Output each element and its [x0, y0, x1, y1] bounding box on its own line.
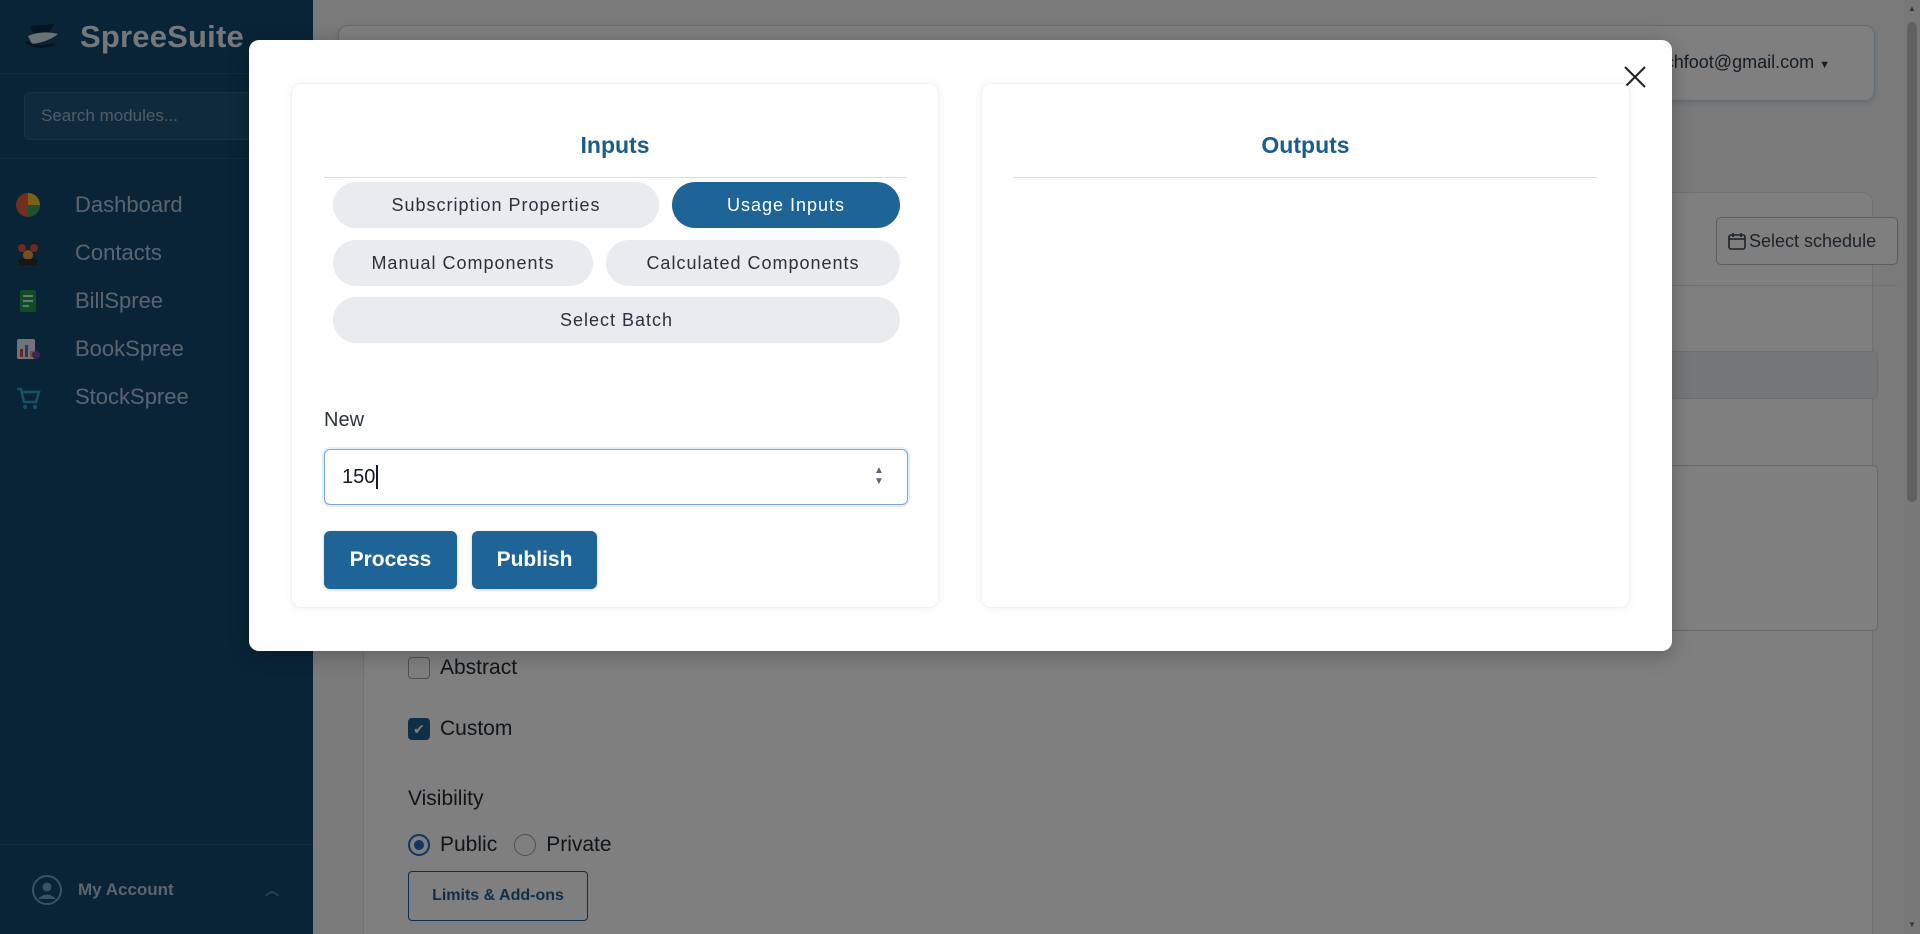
inputs-title: Inputs: [324, 132, 906, 178]
process-button[interactable]: Process: [324, 531, 457, 589]
inputs-panel: Inputs Subscription Properties Usage Inp…: [291, 83, 939, 608]
tab-subscription-properties[interactable]: Subscription Properties: [333, 182, 659, 228]
process-modal: Inputs Subscription Properties Usage Inp…: [249, 40, 1672, 651]
new-input-value: 150: [342, 465, 376, 488]
text-caret: [376, 465, 379, 489]
tab-calculated-components[interactable]: Calculated Components: [606, 240, 900, 286]
new-field-label: New: [324, 409, 365, 431]
outputs-panel: Outputs: [981, 83, 1630, 608]
publish-button[interactable]: Publish: [472, 531, 597, 589]
outputs-title: Outputs: [1014, 132, 1597, 178]
new-number-input[interactable]: 150 ▲ ▼: [324, 449, 908, 505]
tab-manual-components[interactable]: Manual Components: [333, 240, 593, 286]
tab-select-batch[interactable]: Select Batch: [333, 297, 900, 343]
tab-usage-inputs[interactable]: Usage Inputs: [672, 182, 900, 228]
number-spinner-icon[interactable]: ▲ ▼: [873, 465, 885, 489]
